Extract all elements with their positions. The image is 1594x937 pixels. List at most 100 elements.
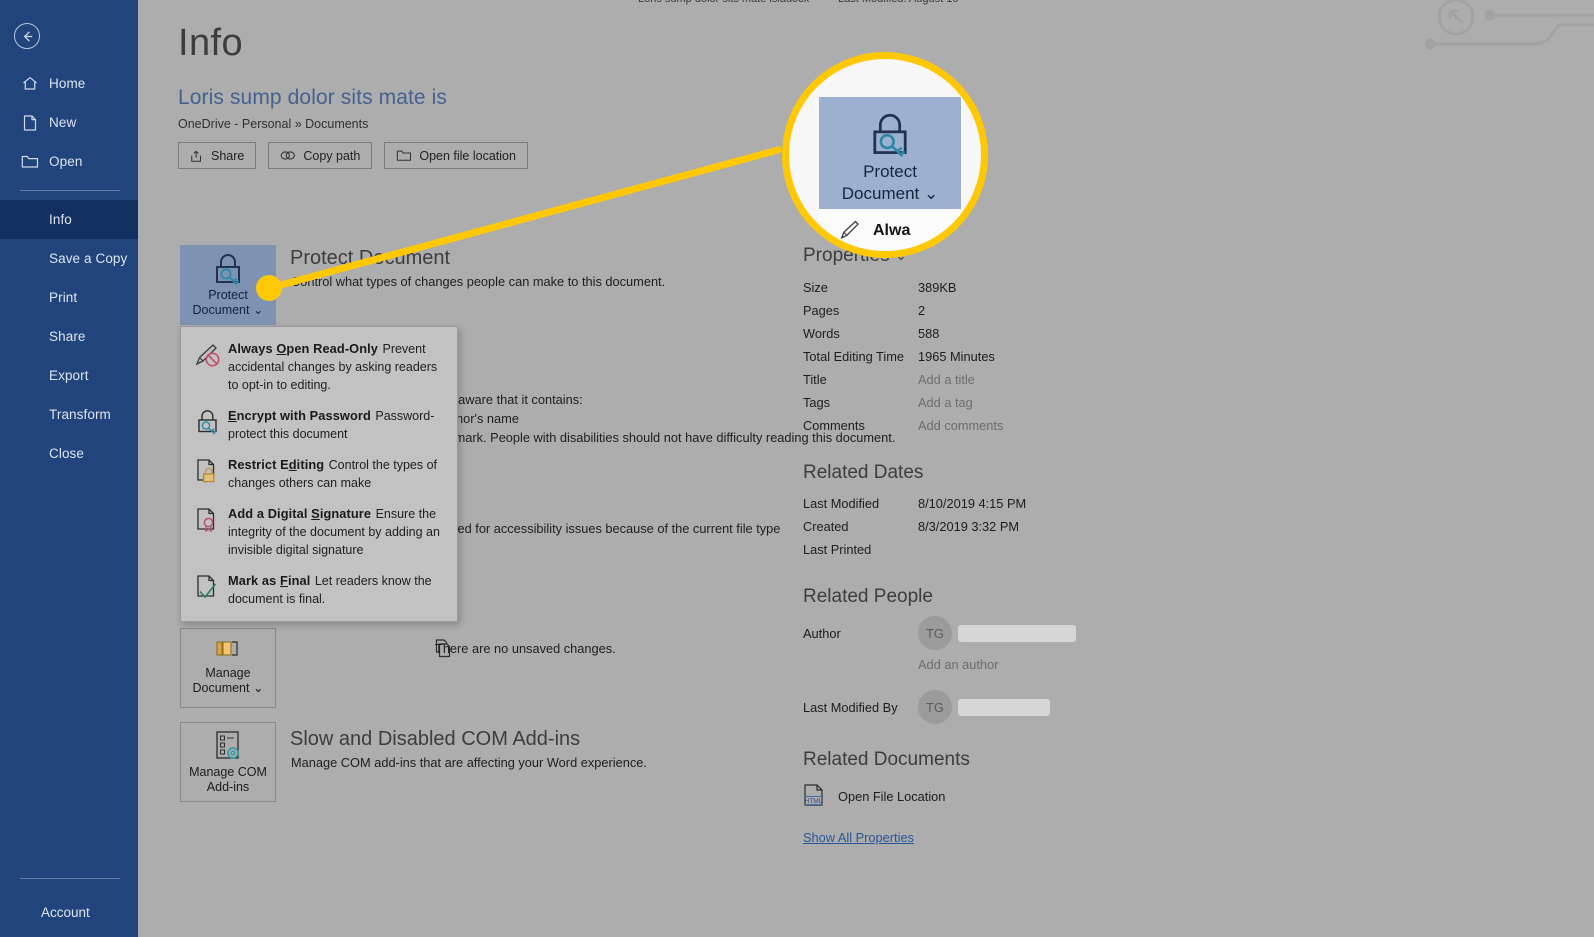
property-key: Tags xyxy=(803,395,831,410)
related-date-key: Created xyxy=(803,519,849,534)
open-file-location-button[interactable]: Open file location xyxy=(384,142,528,169)
last-modified-by-row: Last Modified By TG xyxy=(803,690,1243,724)
sidebar-item-label: Save a Copy xyxy=(49,251,128,266)
sidebar-item-transform[interactable]: Transform xyxy=(0,395,138,434)
property-row: Size 389KB xyxy=(803,276,1243,299)
sidebar-item-label: Open xyxy=(49,154,83,169)
avatar: TG xyxy=(918,690,952,724)
menu-item-title: Always Open Read-Only xyxy=(228,341,379,356)
sidebar-item-open[interactable]: Open xyxy=(0,142,138,181)
related-date-row: Created 8/3/2019 3:32 PM xyxy=(803,515,1243,538)
menu-item-always-open-read-only[interactable]: Always Open Read-Only Prevent accidental… xyxy=(181,334,457,401)
back-button[interactable] xyxy=(14,23,40,49)
property-key: Pages xyxy=(803,303,840,318)
sidebar-item-print[interactable]: Print xyxy=(0,278,138,317)
back-arrow-icon xyxy=(23,30,32,42)
related-date-key: Last Modified xyxy=(803,496,880,511)
magnified-protect-document-tile[interactable]: Protect Document ⌄ xyxy=(819,97,961,209)
menu-item-mark-as-final[interactable]: Mark as Final Let readers know the docum… xyxy=(181,566,457,615)
sidebar-footer-divider xyxy=(20,878,120,879)
manage-document-tile[interactable]: Manage Document ⌄ xyxy=(180,628,276,708)
open-file-location-button-label: Open file location xyxy=(419,148,516,163)
redacted-author-name xyxy=(958,624,1076,642)
tags-input[interactable]: Add a tag xyxy=(918,395,973,410)
padlock-key-icon xyxy=(194,407,228,443)
share-icon xyxy=(191,150,202,162)
redacted-modifier-name xyxy=(958,698,1050,716)
sidebar-item-label: Account xyxy=(41,904,90,920)
sidebar-item-label: Transform xyxy=(49,407,111,422)
open-file-location-link[interactable]: HTML Open File Location xyxy=(803,783,1243,809)
sidebar-item-label: Close xyxy=(49,446,85,461)
folder-icon xyxy=(397,150,412,161)
sidebar-item-save-a-copy[interactable]: Save a Copy xyxy=(0,239,138,278)
version-history-icon xyxy=(216,641,238,656)
last-modified-by-label: Last Modified By xyxy=(803,700,898,715)
menu-item-restrict-editing[interactable]: Restrict Editing Control the types of ch… xyxy=(181,450,457,499)
avatar: TG xyxy=(918,616,952,650)
sidebar-item-share[interactable]: Share xyxy=(0,317,138,356)
sidebar-item-label: Info xyxy=(49,212,72,227)
magnified-tile-label-line2: Document ⌄ xyxy=(841,184,939,203)
author-row: Author TG xyxy=(803,616,1243,650)
padlock-key-icon xyxy=(216,254,240,286)
sidebar-item-close[interactable]: Close xyxy=(0,434,138,473)
menu-item-encrypt-with-password[interactable]: Encrypt with Password Password-protect t… xyxy=(181,401,457,450)
html-file-icon-label: HTML xyxy=(805,798,823,805)
share-button[interactable]: Share xyxy=(178,142,257,169)
property-row: Title Add a title xyxy=(803,368,1243,391)
top-last-modified: Last Modified: August 10 xyxy=(838,0,958,5)
top-clipped-strip: Loris sump dolor sits mate isladocx Last… xyxy=(138,0,1594,7)
chevron-down-icon: ⌄ xyxy=(923,184,939,203)
sidebar-item-new[interactable]: New xyxy=(0,103,138,142)
property-value: 588 xyxy=(918,326,940,341)
document-lock-icon xyxy=(194,456,228,492)
manage-com-addins-tile[interactable]: Manage COM Add-ins xyxy=(180,722,276,802)
sidebar-nav-list: Home New Open Info Save a Copy Print Sha… xyxy=(0,64,138,473)
copy-path-button-label: Copy path xyxy=(303,148,361,163)
com-section-description: Manage COM add-ins that are affecting yo… xyxy=(291,755,647,770)
html-file-icon: HTML xyxy=(804,784,823,806)
property-value: 1965 Minutes xyxy=(918,349,995,364)
related-date-value: 8/10/2019 4:15 PM xyxy=(918,496,1027,511)
protect-section-heading: Protect Document xyxy=(290,247,451,269)
protect-document-tile[interactable]: Protect Document ⌄ xyxy=(180,245,276,325)
menu-item-title: Add a Digital Signature xyxy=(228,506,372,521)
magnified-menu-first-item[interactable]: Alwa xyxy=(819,211,981,251)
version-status-text: There are no unsaved changes. xyxy=(435,641,616,656)
property-key: Title xyxy=(803,372,827,387)
manage-com-addins-tile-label: Manage COM Add-ins xyxy=(189,765,267,794)
com-addins-icon xyxy=(216,731,239,759)
menu-item-title: Mark as Final xyxy=(228,573,311,588)
related-date-row: Last Printed xyxy=(803,538,1243,561)
protect-tile-label: Protect Document ⌄ xyxy=(192,288,264,317)
share-button-label: Share xyxy=(211,148,245,163)
property-row: Tags Add a tag xyxy=(803,391,1243,414)
document-title: Loris sump dolor sits mate is xyxy=(178,86,447,109)
chevron-down-icon: ⌄ xyxy=(252,681,264,695)
title-input[interactable]: Add a title xyxy=(918,372,975,387)
sidebar-footer: Account xyxy=(0,878,138,927)
related-documents-heading: Related Documents xyxy=(803,749,970,770)
menu-item-add-a-digital-signature[interactable]: Add a Digital Signature Ensure the integ… xyxy=(181,499,457,566)
copy-path-button[interactable]: Copy path xyxy=(268,142,373,169)
backstage-main: Loris sump dolor sits mate isladocx Last… xyxy=(138,0,1594,937)
sidebar-item-info[interactable]: Info xyxy=(0,200,138,239)
add-author-input[interactable]: Add an author xyxy=(918,657,1243,672)
property-row: Pages 2 xyxy=(803,299,1243,322)
sidebar-item-label: Print xyxy=(49,290,78,305)
show-all-properties-link[interactable]: Show All Properties xyxy=(803,830,914,845)
sidebar-divider xyxy=(20,190,120,191)
sidebar-item-label: New xyxy=(49,115,77,130)
sidebar-item-account[interactable]: Account xyxy=(0,897,138,927)
property-row: Total Editing Time 1965 Minutes xyxy=(803,345,1243,368)
sidebar-item-label: Export xyxy=(49,368,89,383)
sidebar-item-home[interactable]: Home xyxy=(0,64,138,103)
document-seal-icon xyxy=(194,505,228,559)
magnifier-content: Protect Document ⌄ Alwa xyxy=(789,59,981,251)
link-icon xyxy=(281,151,296,160)
sidebar-item-export[interactable]: Export xyxy=(0,356,138,395)
magnified-menu-item-label: Alwa xyxy=(873,222,911,239)
comments-input[interactable]: Add comments xyxy=(918,418,1003,433)
home-icon xyxy=(20,75,40,93)
